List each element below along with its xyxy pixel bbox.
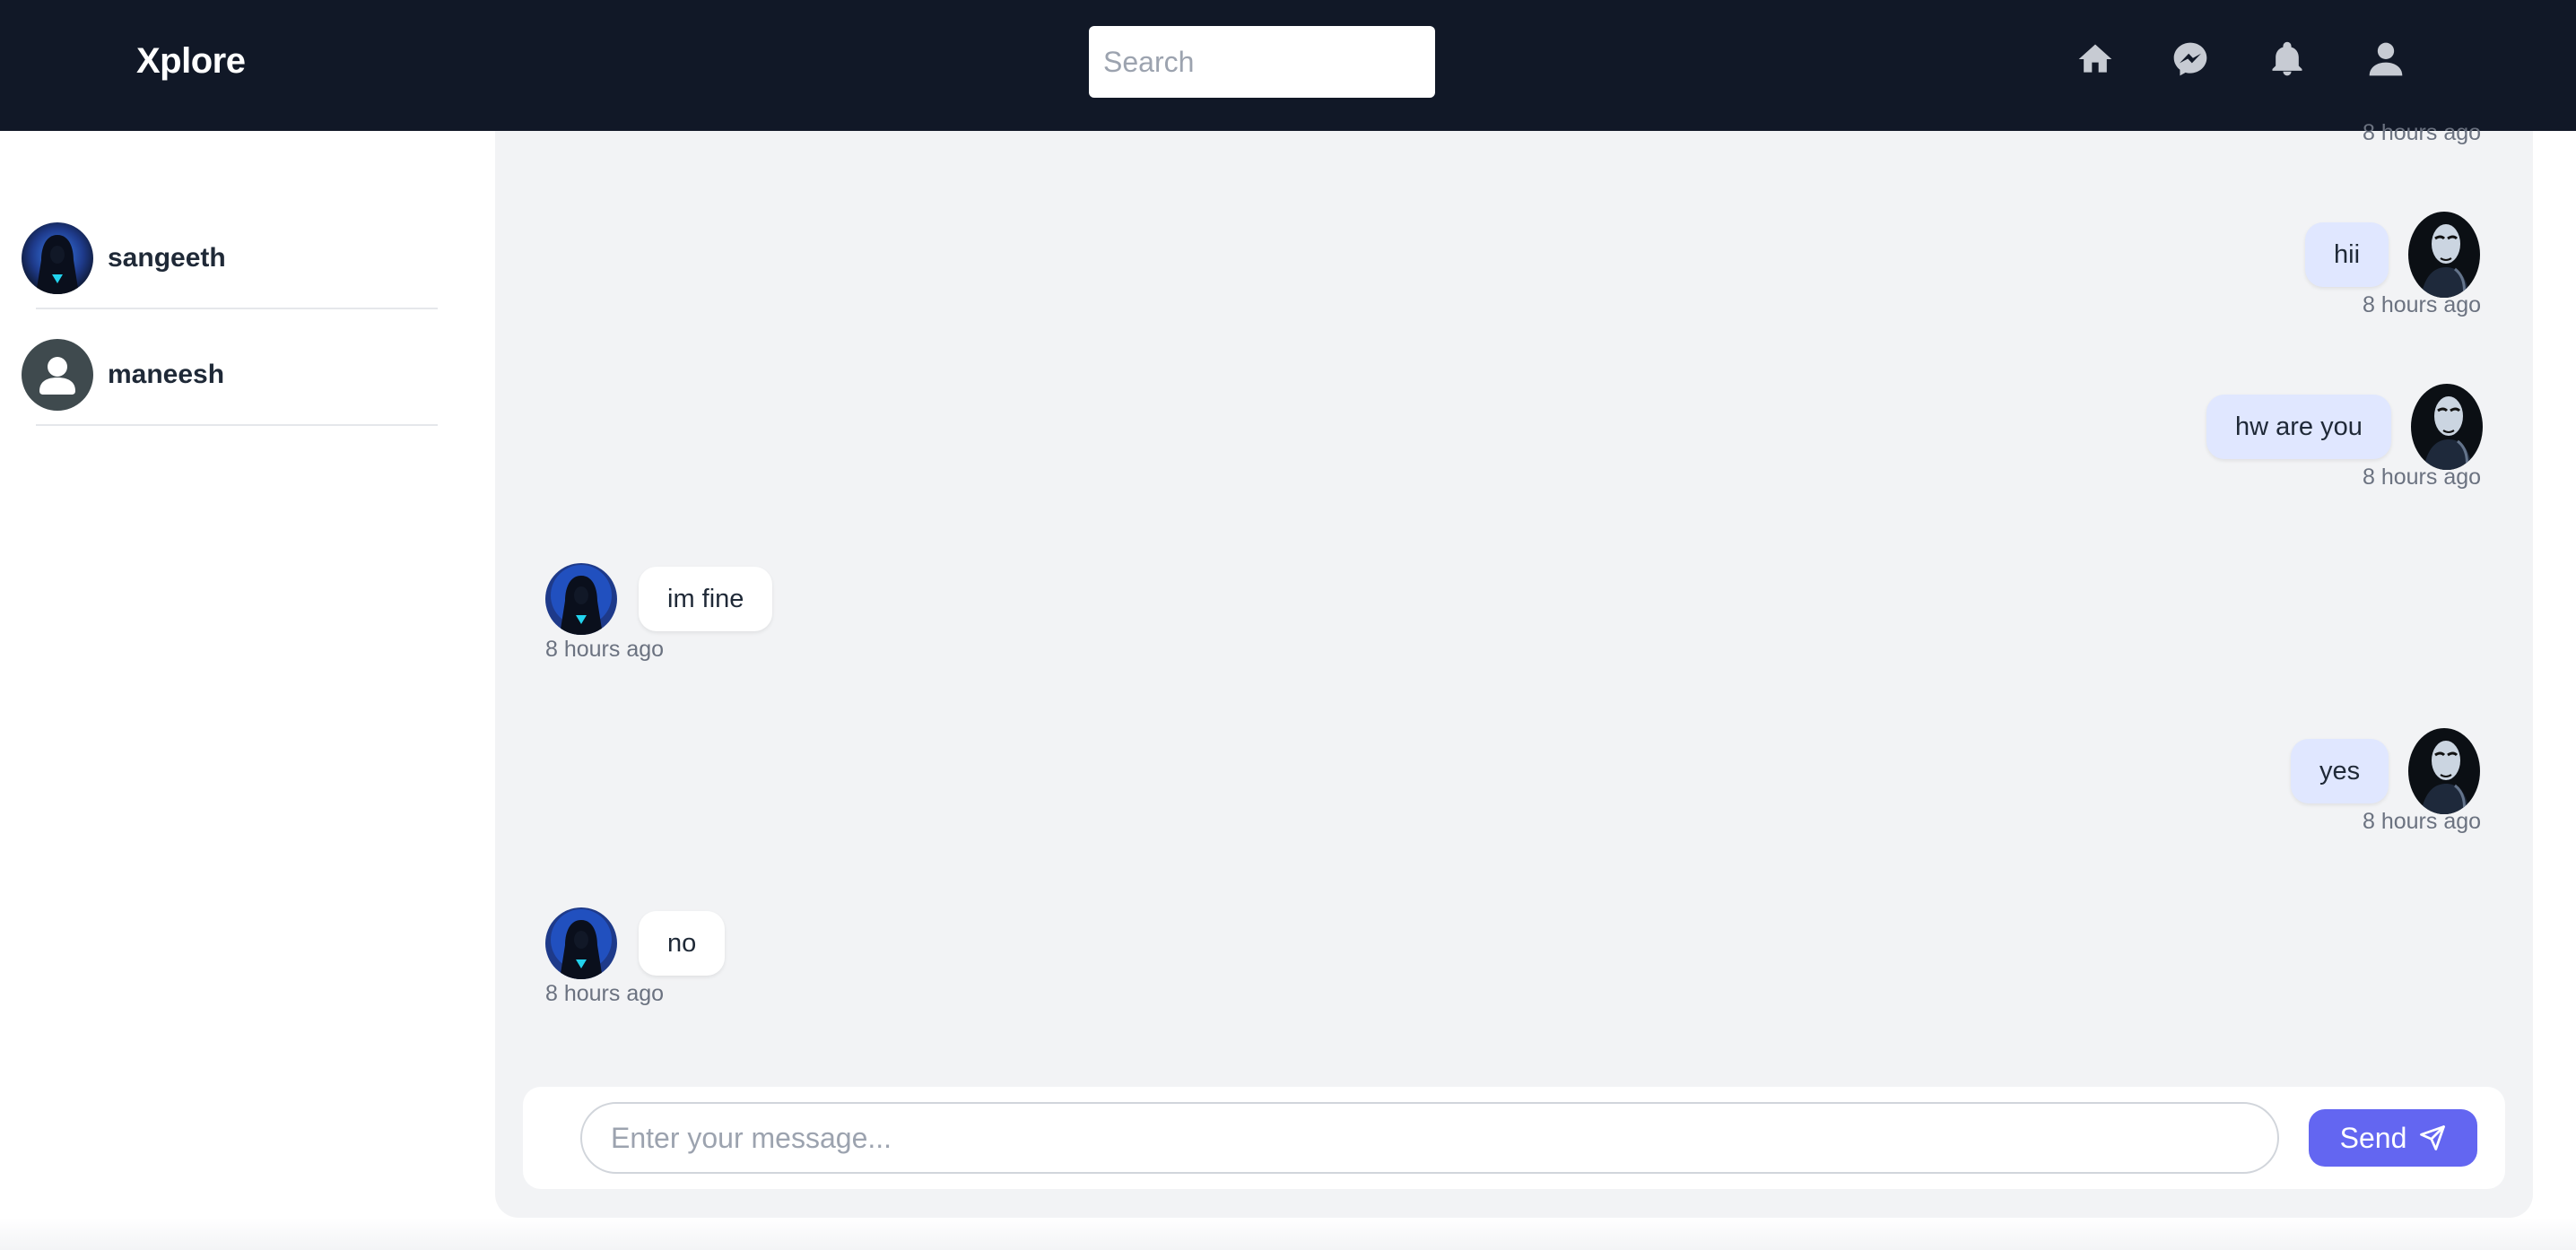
chat-panel [495,131,2533,1218]
send-label: Send [2339,1121,2407,1154]
message-row-outgoing: hw are you [2206,384,2483,470]
message-bubble: no [639,911,726,976]
self-avatar [2408,212,2481,298]
page-footer-shadow [0,1218,2576,1250]
top-navbar: Xplore [0,0,2576,131]
contact-avatar [545,563,617,635]
home-icon[interactable] [2072,36,2119,82]
message-row-incoming: im fine [545,563,773,635]
message-row-outgoing: hii [2305,212,2481,298]
message-composer: Send [523,1087,2505,1189]
user-icon[interactable] [2363,36,2409,82]
default-user-avatar [22,339,93,411]
message-timestamp: 8 hours ago [2363,120,2482,145]
messenger-icon[interactable] [2167,36,2214,82]
send-button[interactable]: Send [2309,1109,2477,1167]
contact-divider [36,424,438,426]
message-bubble: yes [2291,739,2389,803]
hooded-figure-avatar [22,222,93,294]
contact-name: sangeeth [108,243,226,273]
self-avatar [2410,384,2483,470]
brand-logo[interactable]: Xplore [136,41,246,82]
message-timestamp: 8 hours ago [2363,292,2482,317]
message-input[interactable] [580,1102,2279,1174]
contact-item-sangeeth[interactable]: sangeeth [22,201,438,316]
self-avatar [2408,728,2481,814]
message-bubble: im fine [639,567,773,631]
message-bubble: hii [2305,222,2389,287]
message-bubble: hw are you [2206,395,2391,459]
message-timestamp: 8 hours ago [2363,809,2482,834]
contact-name: maneesh [108,360,225,389]
bell-icon[interactable] [2264,36,2311,82]
contact-item-maneesh[interactable]: maneesh [22,317,438,432]
message-row-incoming: no [545,907,726,979]
message-timestamp: 8 hours ago [2363,464,2482,490]
search-input[interactable] [1089,26,1435,98]
message-row-outgoing: yes [2291,728,2481,814]
paper-plane-icon [2420,1125,2446,1150]
contact-divider [36,308,438,309]
message-timestamp: 8 hours ago [545,981,665,1006]
contact-avatar [545,907,617,979]
message-timestamp: 8 hours ago [545,637,665,662]
